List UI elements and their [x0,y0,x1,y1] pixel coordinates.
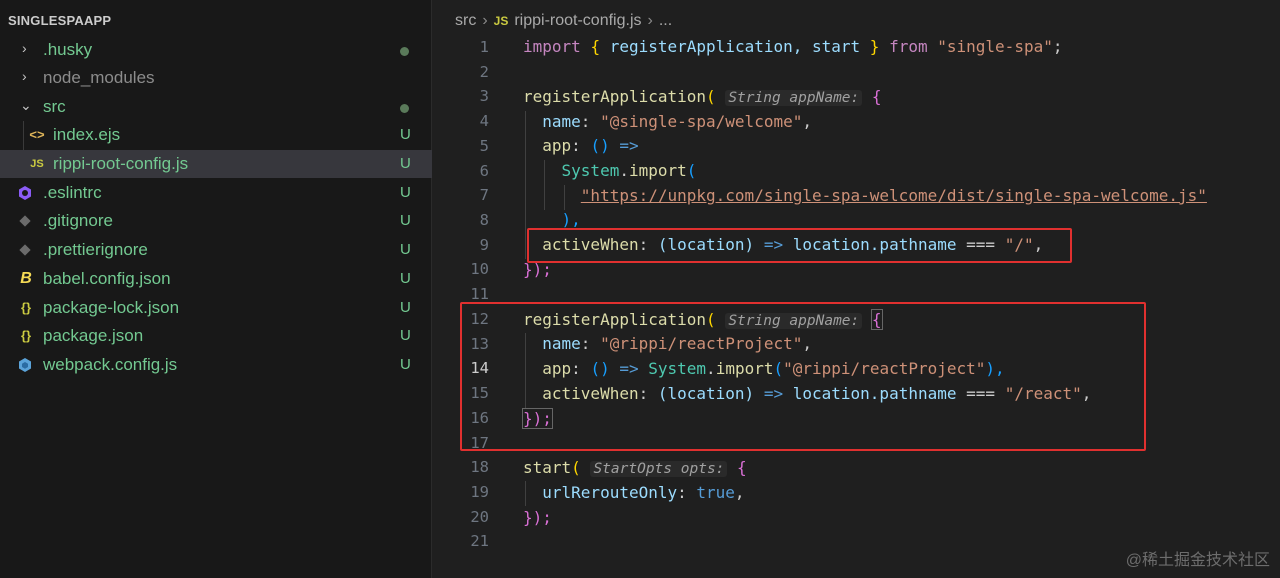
code-line-19: urlRerouteOnly: true, [542,483,745,502]
tree-item-rippi-root-config[interactable]: JS rippi-root-config.js U [0,150,432,178]
tree-item-label: package-lock.json [43,298,180,317]
parameter-hint: StartOpts opts: [590,461,728,477]
tree-item-label: rippi-root-config.js [53,154,189,173]
git-status-badge: U [400,184,411,201]
babel-icon: B [20,270,32,287]
tree-item-label: .husky [43,40,93,59]
breadcrumb-file[interactable]: rippi-root-config.js [514,12,641,29]
git-status-badge: U [400,126,411,143]
breadcrumb: src › JS rippi-root-config.js ›... [455,10,672,32]
breadcrumb-more[interactable]: ... [659,12,672,29]
javascript-file-icon: JS [493,14,509,28]
git-status-badge: U [400,212,411,229]
watermark: @稀土掘金技术社区 [1125,552,1270,569]
line-number: 3 [479,87,489,106]
code-line-3: registerApplication( String appName: { [523,87,882,106]
tree-item-husky[interactable]: › .husky [0,36,432,64]
tree-item-label: babel.config.json [43,269,171,288]
git-status-badge: U [400,356,411,373]
highlight-box-activewhen [527,228,1072,263]
code-line-5: app: () => [542,136,639,155]
chevron-right-icon: › [22,68,27,84]
chevron-right-icon: › [647,12,653,29]
modified-dot-icon [400,47,409,56]
line-number: 18 [470,458,489,477]
line-number: 9 [479,235,489,254]
webpack-icon [16,355,34,375]
chevron-right-icon: › [482,12,488,29]
eslint-icon [16,183,34,203]
git-status-badge: U [400,241,411,258]
json-file-icon: {} [20,328,32,343]
highlight-box-react-registration [460,302,1146,451]
tree-item-prettierignore[interactable]: .prettierignore U [0,236,432,264]
url-link[interactable]: "https://unpkg.com/single-spa-welcome/di… [581,186,1207,205]
javascript-file-icon: JS [30,158,44,170]
tree-item-label: .prettierignore [43,240,148,259]
html-file-icon: <> [29,127,45,142]
tree-item-package-lock[interactable]: {} package-lock.json U [0,294,432,322]
tree-item-package-json[interactable]: {} package.json U [0,322,432,350]
parameter-hint: String appName: [725,90,863,106]
tree-item-webpack-config[interactable]: webpack.config.js U [0,351,432,379]
line-number: 7 [479,186,489,205]
tree-item-label: .gitignore [43,211,113,230]
chevron-right-icon: › [22,40,27,56]
tree-item-node-modules[interactable]: › node_modules [0,64,432,92]
line-number: 20 [470,507,489,526]
line-number: 1 [479,38,489,56]
tree-item-gitignore[interactable]: .gitignore U [0,207,432,235]
breadcrumb-folder[interactable]: src [455,12,476,29]
tree-item-src[interactable]: ⌄ src [0,93,432,121]
line-number: 5 [479,136,489,155]
explorer-root-title[interactable]: SINGLESPAAPP [8,13,111,28]
tree-item-label: package.json [43,326,144,345]
tree-item-label: index.ejs [53,125,121,144]
line-number: 4 [479,112,489,131]
tree-item-label: src [43,97,66,116]
tree-item-label: .eslintrc [43,183,102,202]
line-number: 8 [479,211,489,230]
tree-item-label: node_modules [43,68,155,87]
chevron-down-icon: ⌄ [20,97,32,113]
git-status-badge: U [400,299,411,316]
line-number: 21 [470,532,489,551]
tree-item-babel-config[interactable]: B babel.config.json U [0,265,432,293]
line-number: 2 [479,62,489,81]
tree-item-label: webpack.config.js [43,355,178,374]
code-line-4: name: "@single-spa/welcome", [542,112,812,131]
git-status-badge: U [400,270,411,287]
code-editor[interactable]: src › JS rippi-root-config.js ›... 1 2 3 4 5 6 7 8 9… [433,0,1280,578]
git-file-icon [16,211,34,231]
code-line-18: start( StartOpts opts: { [523,458,747,477]
json-file-icon: {} [20,300,32,315]
explorer-sidebar: SINGLESPAAPP › .husky › node_modules ⌄ s… [0,0,432,578]
line-number: 6 [479,161,489,180]
line-number: 19 [470,482,489,501]
code-line-7: "https://unpkg.com/single-spa-welcome/di… [523,184,1207,208]
tree-item-eslintrc[interactable]: .eslintrc U [0,179,432,207]
git-status-badge: U [400,155,411,172]
ignore-file-icon [16,240,34,260]
code-line-6: System.import( [561,161,697,180]
code-line-1: import { registerApplication, start } fr… [523,37,1063,56]
modified-dot-icon [400,104,409,113]
code-line-20: }); [523,508,552,527]
tree-item-index-ejs[interactable]: <> index.ejs U [0,121,432,149]
line-number: 10 [470,260,489,279]
git-status-badge: U [400,327,411,344]
